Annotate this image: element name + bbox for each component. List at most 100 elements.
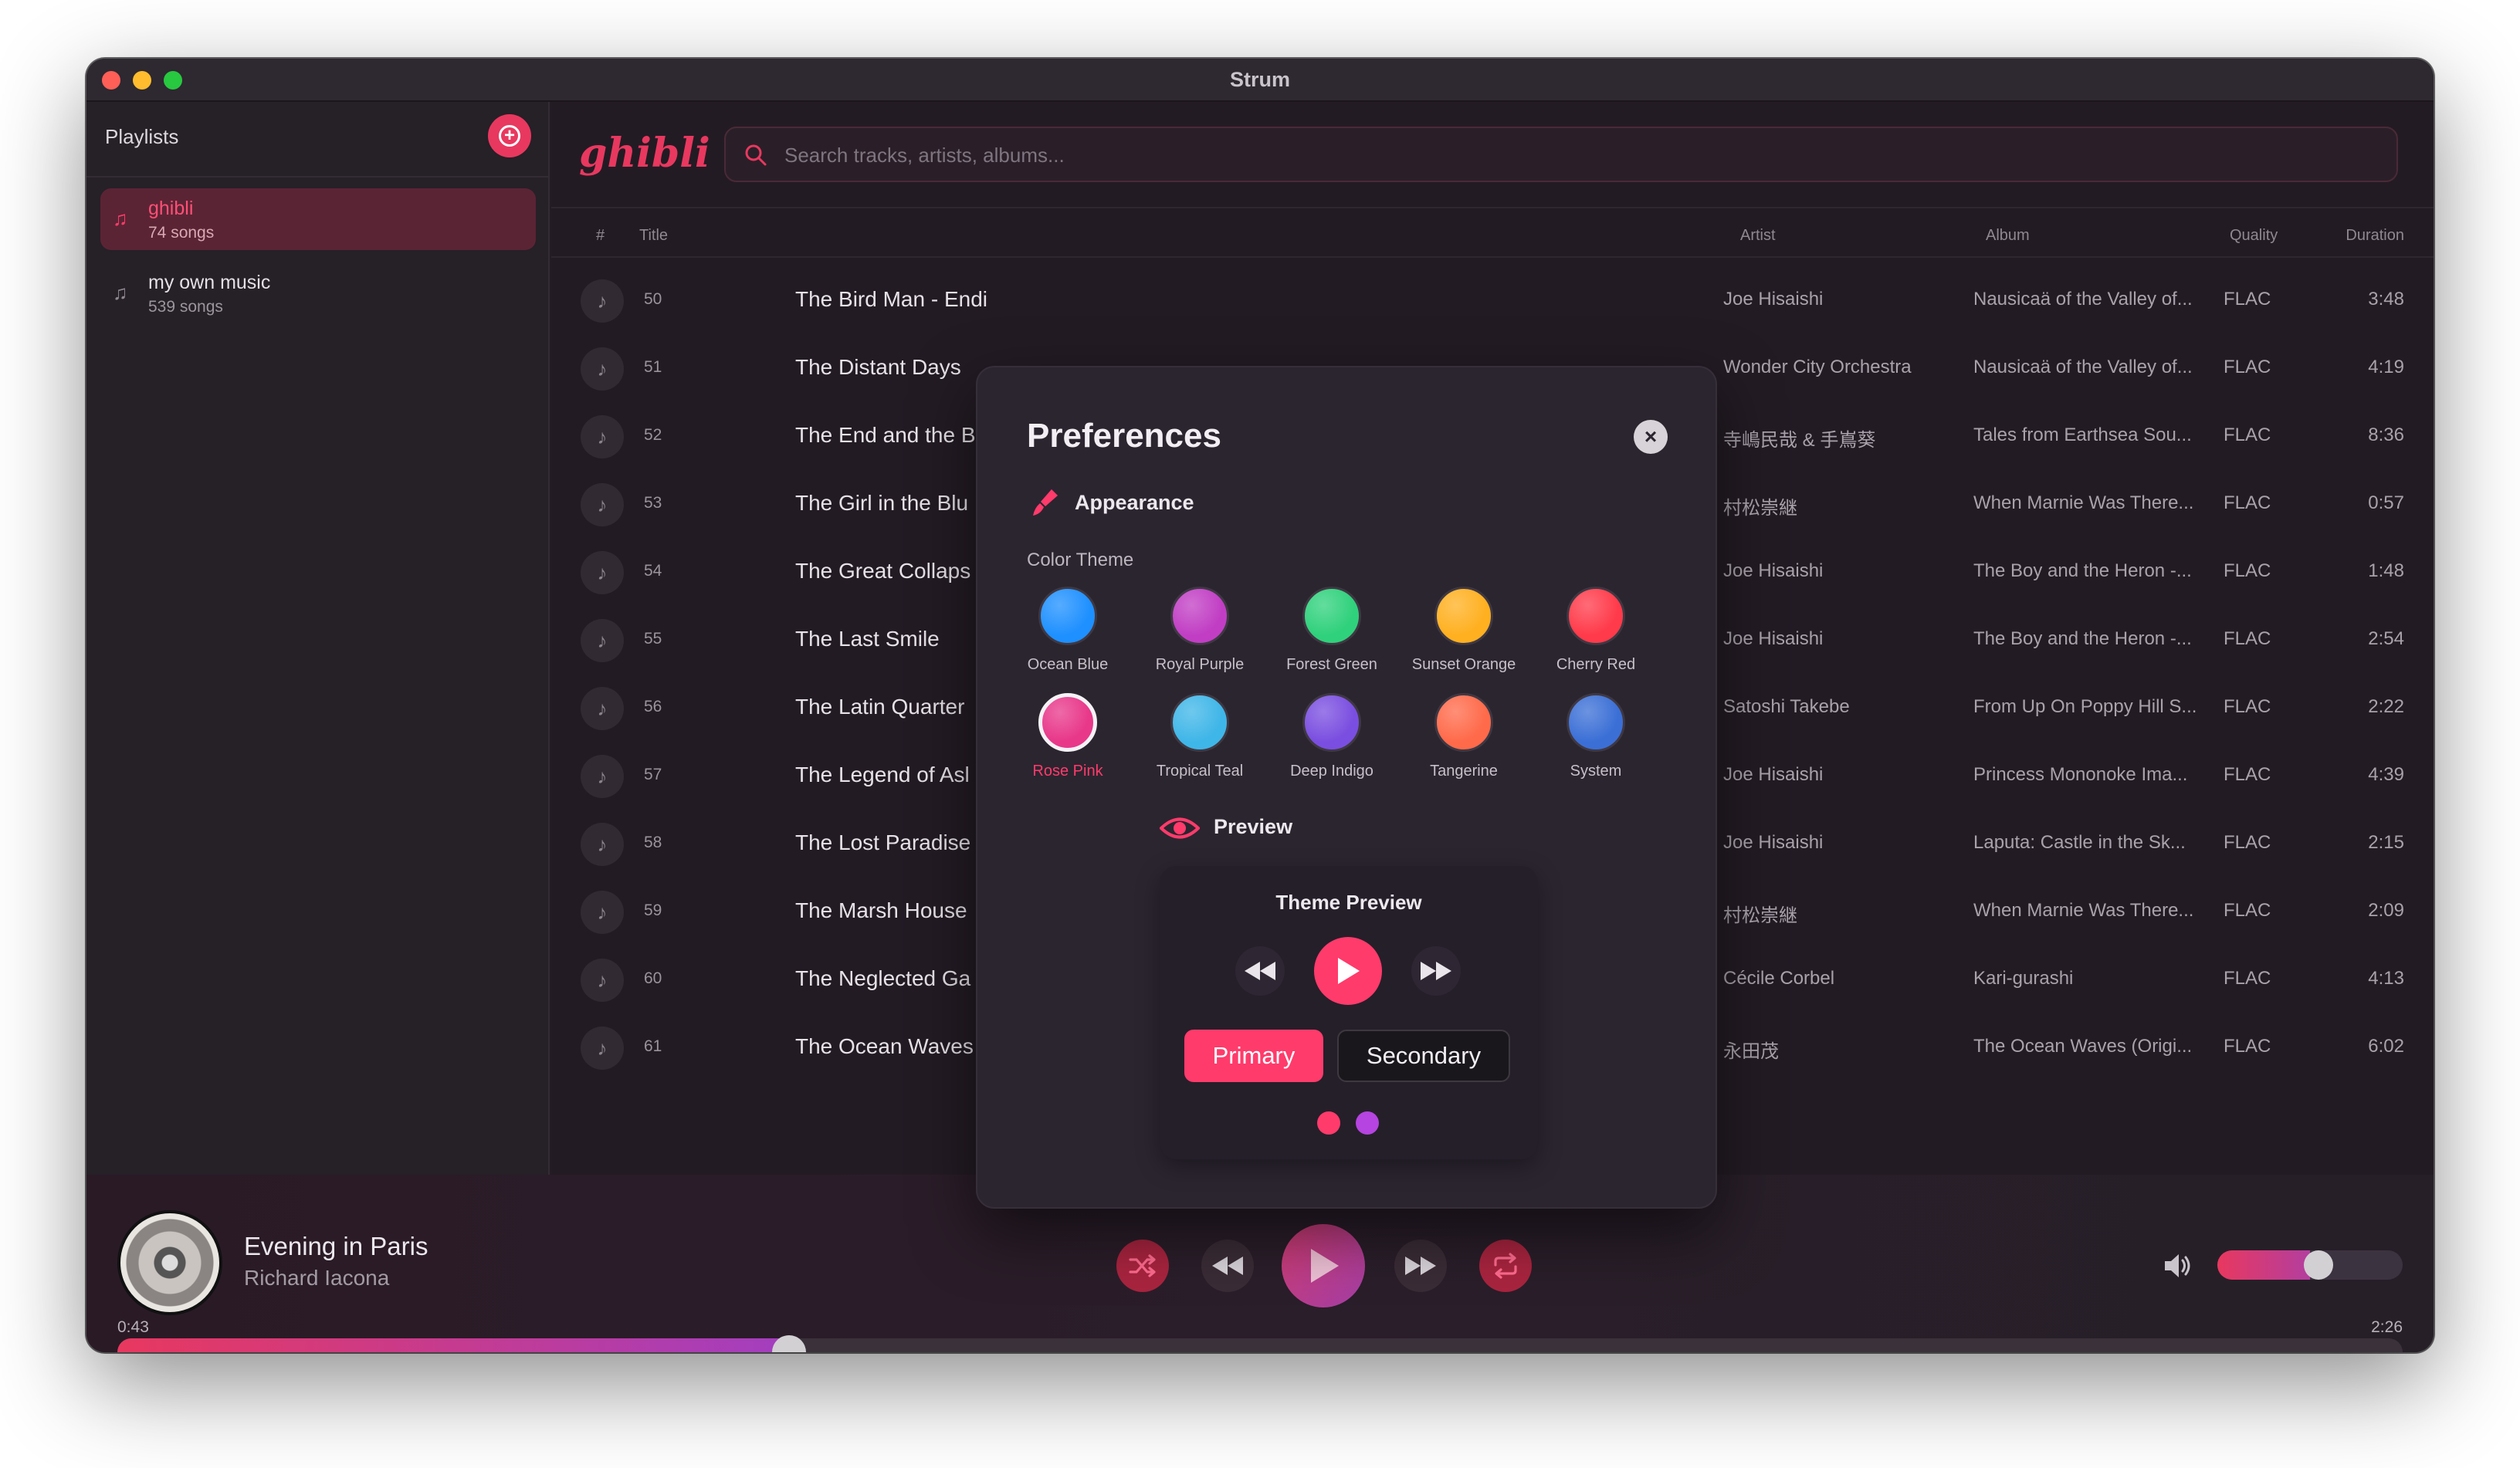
theme-swatch-option[interactable]: Sunset Orange xyxy=(1398,587,1529,687)
volume-knob[interactable] xyxy=(2304,1250,2333,1280)
track-title: The End and the B xyxy=(795,423,976,447)
track-number: 59 xyxy=(644,901,662,919)
track-row[interactable]: ♪ 50 The Bird Man - Endi Joe Hisaishi Nausic… xyxy=(551,267,2434,335)
track-number: 58 xyxy=(644,834,662,851)
theme-swatch-option[interactable]: Ocean Blue xyxy=(1002,587,1133,687)
sidebar-playlist-item[interactable]: ♫ ghibli 74 songs xyxy=(100,188,536,250)
theme-swatch-option[interactable]: Tropical Teal xyxy=(1134,693,1265,793)
track-artist: 寺嶋民哉 & 手嶌葵 xyxy=(1723,430,1876,451)
preview-primary-button[interactable]: Primary xyxy=(1184,1030,1323,1082)
search-box[interactable] xyxy=(724,127,2398,182)
track-quality: FLAC xyxy=(2224,425,2271,445)
theme-name: Royal Purple xyxy=(1155,656,1245,673)
playlist-song-count: 74 songs xyxy=(148,224,215,242)
preview-rewind-button[interactable] xyxy=(1235,946,1285,996)
music-note-icon[interactable]: ♪ xyxy=(581,483,624,526)
window-title: Strum xyxy=(1229,68,1290,91)
total-time: 2:26 xyxy=(2371,1318,2403,1336)
track-quality: FLAC xyxy=(2224,696,2271,717)
theme-swatch-option[interactable]: Deep Indigo xyxy=(1266,693,1397,793)
preview-section-label: Preview xyxy=(1214,815,1293,838)
track-artist: Cécile Corbel xyxy=(1723,968,1835,989)
preview-secondary-button[interactable]: Secondary xyxy=(1337,1030,1510,1082)
track-number: 57 xyxy=(644,766,662,783)
track-artist: 村松崇継 xyxy=(1723,905,1797,926)
volume-icon[interactable] xyxy=(2162,1250,2193,1281)
track-title: The Neglected Ga xyxy=(795,966,971,990)
music-note-icon[interactable]: ♪ xyxy=(581,347,624,391)
now-playing-artist: Richard Iacona xyxy=(244,1266,390,1290)
preview-play-button[interactable] xyxy=(1314,937,1382,1005)
music-note-icon[interactable]: ♪ xyxy=(581,279,624,323)
theme-name: Forest Green xyxy=(1286,656,1377,673)
track-quality: FLAC xyxy=(2224,289,2271,309)
theme-swatch-option[interactable]: Forest Green xyxy=(1266,587,1397,687)
track-duration: 4:13 xyxy=(2368,968,2404,989)
rewind-icon xyxy=(1245,962,1275,980)
theme-color-circle xyxy=(1567,693,1625,752)
music-note-icon[interactable]: ♪ xyxy=(581,619,624,662)
music-note-icon[interactable]: ♪ xyxy=(581,823,624,866)
music-note-icon[interactable]: ♪ xyxy=(581,891,624,934)
track-number: 52 xyxy=(644,426,662,444)
column-header-number[interactable]: # xyxy=(596,227,605,245)
theme-name: Deep Indigo xyxy=(1290,763,1373,780)
theme-name: Tangerine xyxy=(1430,763,1498,780)
sidebar-playlist-item[interactable]: ♫ my own music 539 songs xyxy=(100,262,536,324)
track-artist: Joe Hisaishi xyxy=(1723,628,1824,649)
track-quality: FLAC xyxy=(2224,900,2271,921)
track-duration: 2:54 xyxy=(2368,628,2404,649)
column-header-artist[interactable]: Artist xyxy=(1740,227,1776,245)
repeat-button[interactable] xyxy=(1479,1240,1532,1292)
track-quality: FLAC xyxy=(2224,968,2271,989)
column-header-album[interactable]: Album xyxy=(1986,227,2030,245)
track-title: The Girl in the Blu xyxy=(795,491,969,515)
track-album: Nausicaä of the Valley of... xyxy=(1973,357,2193,377)
theme-swatch-option[interactable]: Royal Purple xyxy=(1134,587,1265,687)
music-note-icon[interactable]: ♪ xyxy=(581,959,624,1002)
add-playlist-button[interactable]: + xyxy=(488,114,531,157)
shuffle-icon xyxy=(1129,1254,1156,1277)
music-note-icon[interactable]: ♪ xyxy=(581,1027,624,1070)
column-header-duration[interactable]: Duration xyxy=(2346,227,2404,245)
track-album: Kari-gurashi xyxy=(1973,968,2074,989)
column-header-divider xyxy=(551,256,2434,258)
track-quality: FLAC xyxy=(2224,357,2271,377)
album-art[interactable] xyxy=(117,1210,222,1315)
column-header-quality[interactable]: Quality xyxy=(2230,227,2278,245)
preview-forward-button[interactable] xyxy=(1411,946,1461,996)
play-pause-button[interactable] xyxy=(1282,1224,1365,1307)
music-note-icon[interactable]: ♪ xyxy=(581,755,624,798)
column-header-title[interactable]: Title xyxy=(639,227,668,245)
theme-swatch-option[interactable]: Cherry Red xyxy=(1530,587,1661,687)
shuffle-button[interactable] xyxy=(1116,1240,1169,1292)
theme-preview-card: Theme Preview Primary Secondary xyxy=(1160,866,1538,1159)
track-album: Nausicaä of the Valley of... xyxy=(1973,289,2193,309)
track-number: 55 xyxy=(644,630,662,648)
next-button[interactable] xyxy=(1394,1240,1447,1292)
track-title: The Legend of Asl xyxy=(795,763,970,786)
theme-name: Cherry Red xyxy=(1556,656,1636,673)
now-playing-title: Evening in Paris xyxy=(244,1232,428,1260)
track-duration: 0:57 xyxy=(2368,492,2404,513)
header-divider xyxy=(551,207,2434,208)
previous-button[interactable] xyxy=(1201,1240,1254,1292)
music-note-icon[interactable]: ♪ xyxy=(581,687,624,730)
theme-swatch-option[interactable]: Rose Pink xyxy=(1002,693,1133,793)
preferences-title: Preferences xyxy=(1027,417,1221,455)
track-quality: FLAC xyxy=(2224,492,2271,513)
preferences-dialog: Preferences × Appearance Color Theme Oce… xyxy=(976,366,1717,1209)
theme-color-circle xyxy=(1038,587,1097,645)
track-title: The Lost Paradise xyxy=(795,830,971,854)
progress-bar[interactable] xyxy=(117,1338,2403,1352)
theme-swatch-option[interactable]: System xyxy=(1530,693,1661,793)
track-album: Laputa: Castle in the Sk... xyxy=(1973,832,2186,853)
theme-swatch-option[interactable]: Tangerine xyxy=(1398,693,1529,793)
eye-icon xyxy=(1160,817,1200,839)
music-note-icon[interactable]: ♪ xyxy=(581,551,624,594)
close-preferences-button[interactable]: × xyxy=(1634,420,1668,454)
playlist-icon: ♫ xyxy=(113,281,128,304)
track-title: The Ocean Waves xyxy=(795,1034,974,1058)
search-input[interactable] xyxy=(784,136,2375,174)
music-note-icon[interactable]: ♪ xyxy=(581,415,624,458)
